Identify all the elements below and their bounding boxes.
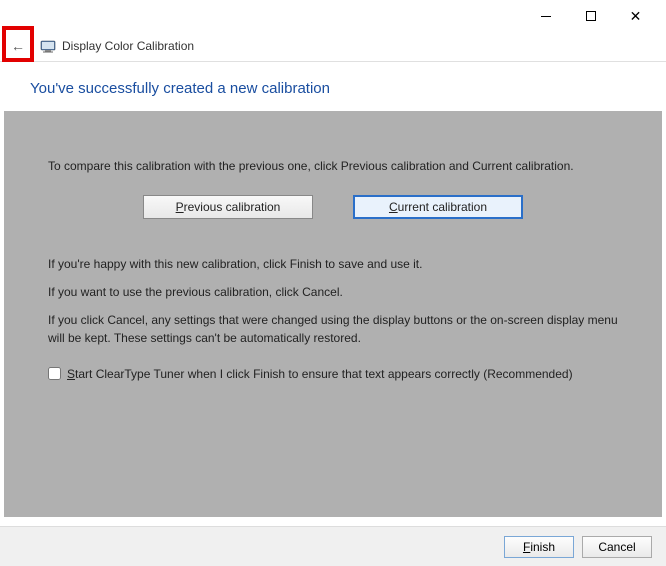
- back-button[interactable]: ←: [0, 30, 36, 62]
- cleartype-accel: S: [67, 367, 75, 381]
- back-arrow-icon: ←: [11, 38, 25, 54]
- minimize-icon: [541, 16, 551, 17]
- maximize-button[interactable]: [568, 2, 613, 30]
- calibration-button-row: Previous calibration Current calibration: [48, 195, 618, 219]
- cleartype-checkbox[interactable]: [48, 367, 61, 380]
- curr-btn-accel: C: [389, 200, 398, 214]
- compare-instructions: To compare this calibration with the pre…: [48, 157, 618, 175]
- cancel-instruction: If you want to use the previous calibrat…: [48, 283, 618, 301]
- finish-button[interactable]: Finish: [504, 536, 574, 558]
- prev-btn-text: revious calibration: [184, 200, 281, 214]
- minimize-button[interactable]: [523, 2, 568, 30]
- header-bar: ← Display Color Calibration: [0, 30, 666, 62]
- current-calibration-button[interactable]: Current calibration: [353, 195, 523, 219]
- app-icon: [40, 38, 56, 54]
- previous-calibration-button[interactable]: Previous calibration: [143, 195, 313, 219]
- cancel-button[interactable]: Cancel: [582, 536, 652, 558]
- cancel-text: Cancel: [598, 540, 635, 554]
- close-button[interactable]: ✕: [613, 2, 658, 30]
- curr-btn-text: urrent calibration: [398, 200, 487, 214]
- main-panel: To compare this calibration with the pre…: [4, 111, 662, 517]
- content-header: You've successfully created a new calibr…: [0, 62, 666, 111]
- dialog-footer: Finish Cancel: [0, 526, 666, 566]
- cleartype-text: tart ClearType Tuner when I click Finish…: [75, 367, 573, 381]
- finish-instruction: If you're happy with this new calibratio…: [48, 255, 618, 273]
- cleartype-checkbox-row: Start ClearType Tuner when I click Finis…: [48, 365, 618, 383]
- page-title: You've successfully created a new calibr…: [30, 80, 636, 97]
- maximize-icon: [586, 11, 596, 21]
- cleartype-checkbox-label[interactable]: Start ClearType Tuner when I click Finis…: [67, 365, 573, 383]
- app-title: Display Color Calibration: [62, 39, 194, 53]
- close-icon: ✕: [630, 9, 642, 23]
- prev-btn-accel: P: [176, 200, 184, 214]
- finish-text: inish: [530, 540, 555, 554]
- cancel-warning: If you click Cancel, any settings that w…: [48, 311, 618, 347]
- window-titlebar: ✕: [0, 0, 666, 30]
